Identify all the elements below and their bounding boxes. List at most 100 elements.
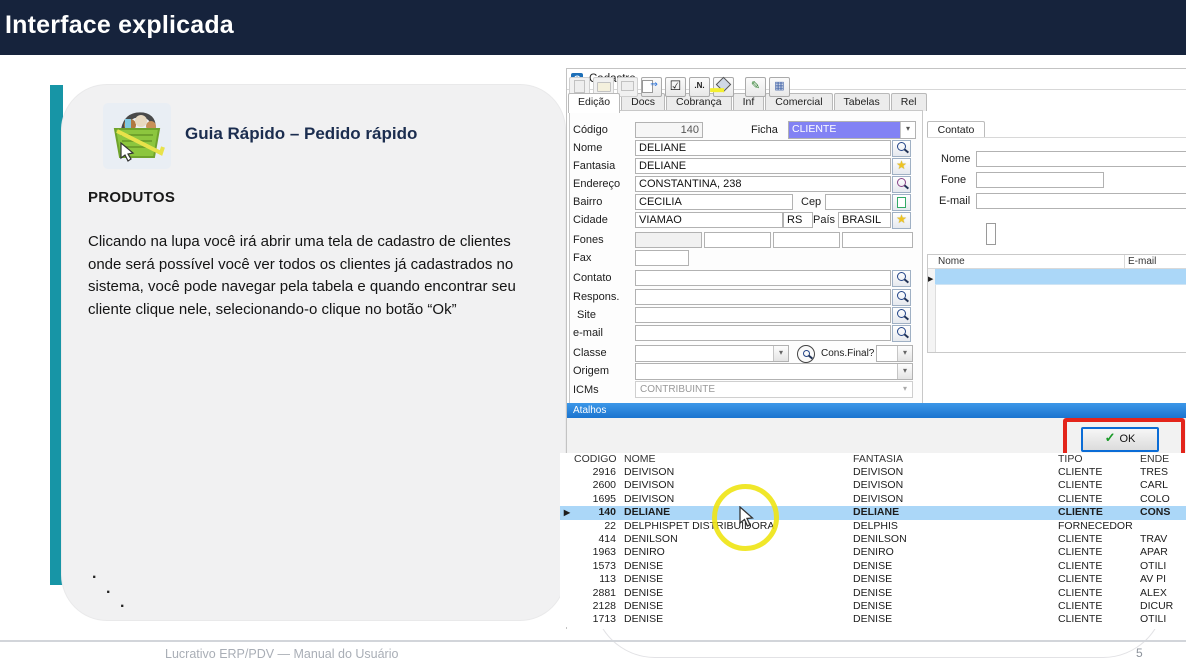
- table-row[interactable]: 22DELPHISPET DISTRIBUIDORADELPHISFORNECE…: [560, 520, 1186, 533]
- contact-email-field[interactable]: [976, 193, 1186, 209]
- fone1-field[interactable]: [635, 232, 702, 248]
- fone3-field[interactable]: [773, 232, 840, 248]
- nome-field[interactable]: [635, 140, 891, 156]
- respons-label: Respons.: [573, 291, 619, 303]
- decimal-icon: .N.: [694, 81, 704, 90]
- chevron-down-icon[interactable]: ▾: [897, 346, 912, 361]
- favorite-city-button[interactable]: ★: [892, 212, 911, 229]
- card-body-text: Clicando na lupa você irá abrir uma tela…: [88, 231, 536, 321]
- table-row[interactable]: 2128DENISEDENISECLIENTEDICUR: [560, 600, 1186, 613]
- table-row[interactable]: 1713DENISEDENISECLIENTEOTILI: [560, 613, 1186, 626]
- copy-address-button[interactable]: [892, 194, 911, 211]
- search-icon: [897, 309, 906, 318]
- table-row-selected[interactable]: ▶140DELIANEDELIANECLIENTECONS: [560, 506, 1186, 519]
- chevron-down-icon[interactable]: ▾: [898, 382, 912, 397]
- cidade-field[interactable]: [635, 212, 783, 228]
- tab-tabelas[interactable]: Tabelas: [834, 93, 890, 111]
- search-contato-button[interactable]: [892, 270, 911, 287]
- classe-search-button[interactable]: [797, 345, 815, 363]
- new-doc-icon: [574, 80, 585, 93]
- chevron-down-icon[interactable]: ▾: [897, 364, 912, 379]
- fantasia-label: Fantasia: [573, 160, 615, 172]
- arrow-icon: ⇒: [650, 79, 658, 89]
- icms-dropdown[interactable]: CONTRIBUINTE ▾: [635, 381, 913, 398]
- col-codigo[interactable]: CODIGO: [574, 453, 616, 466]
- atalhos-bar: Atalhos: [567, 403, 1186, 418]
- table-row[interactable]: 2916DEIVISONDEIVISONCLIENTETRES: [560, 466, 1186, 479]
- col-fantasia[interactable]: FANTASIA: [853, 453, 1058, 466]
- classe-dropdown[interactable]: ▾: [635, 345, 789, 362]
- search-respons-button[interactable]: [892, 289, 911, 306]
- icms-label: ICMs: [573, 384, 599, 396]
- row-marker-icon: ▶: [560, 506, 574, 519]
- consfinal-dropdown[interactable]: ▾: [876, 345, 913, 362]
- page-number: 5: [1136, 646, 1143, 660]
- grid-view-button[interactable]: ▦: [769, 77, 790, 97]
- grid-col-divider: [1124, 255, 1125, 268]
- save-button[interactable]: [617, 77, 638, 97]
- col-endereco[interactable]: ENDE: [1140, 453, 1186, 466]
- contact-grid: Nome E-mail ▶: [927, 254, 1186, 353]
- export-button[interactable]: ⇒: [641, 77, 662, 97]
- ellipsis-dot: .: [120, 594, 124, 612]
- search-icon: [897, 272, 906, 281]
- ellipsis-dot: .: [106, 580, 110, 598]
- contato-panel-tab[interactable]: Contato: [927, 121, 985, 137]
- footer-divider: [0, 640, 1186, 642]
- fill-color-button[interactable]: [713, 77, 734, 97]
- col-nome[interactable]: NOME: [616, 453, 853, 466]
- table-row[interactable]: 1963DENIRODENIROCLIENTEAPAR: [560, 546, 1186, 559]
- contact-toolbar-button[interactable]: [986, 223, 996, 245]
- clients-table: CODIGO NOME FANTASIA TIPO ENDE 2916DEIVI…: [560, 453, 1186, 627]
- favorite-button[interactable]: ★: [892, 158, 911, 175]
- address-lookup-button[interactable]: [892, 176, 911, 193]
- contact-nome-field[interactable]: [976, 151, 1186, 167]
- open-site-button[interactable]: [892, 307, 911, 324]
- col-tipo[interactable]: TIPO: [1058, 453, 1140, 466]
- email-field[interactable]: [635, 325, 891, 341]
- site-field[interactable]: [635, 307, 891, 323]
- map-search-icon: [897, 178, 906, 187]
- respons-field[interactable]: [635, 289, 891, 305]
- search-email-button[interactable]: [892, 325, 911, 342]
- table-row[interactable]: 1573DENISEDENISECLIENTEOTILI: [560, 560, 1186, 573]
- classe-label: Classe: [573, 347, 607, 359]
- edit-button[interactable]: ✎: [745, 77, 766, 97]
- grid-col-nome: Nome: [938, 256, 965, 267]
- ficha-dropdown[interactable]: CLIENTE▾: [788, 121, 916, 139]
- search-client-button[interactable]: [892, 140, 911, 157]
- table-row[interactable]: 414DENILSONDENILSONCLIENTETRAV: [560, 533, 1186, 546]
- chevron-down-icon[interactable]: ▾: [900, 122, 915, 138]
- uf-field[interactable]: [783, 212, 813, 228]
- chevron-down-icon[interactable]: ▾: [773, 346, 788, 361]
- numbering-button[interactable]: .N.: [689, 77, 710, 97]
- table-row[interactable]: 1695DEIVISONDEIVISONCLIENTECOLO: [560, 493, 1186, 506]
- table-header-row: CODIGO NOME FANTASIA TIPO ENDE: [560, 453, 1186, 466]
- checkbox-button[interactable]: ☑: [665, 77, 686, 97]
- tab-rel[interactable]: Rel: [891, 93, 927, 111]
- panel-divider: [927, 137, 1186, 138]
- table-row[interactable]: 2600DEIVISONDEIVISONCLIENTECARL: [560, 479, 1186, 492]
- row-marker-icon: ▶: [928, 276, 933, 283]
- table-row[interactable]: 113DENISEDENISECLIENTEAV PI: [560, 573, 1186, 586]
- contact-fone-field[interactable]: [976, 172, 1104, 188]
- contato-field[interactable]: [635, 270, 891, 286]
- fone2-field[interactable]: [704, 232, 771, 248]
- site-label: Site: [577, 309, 596, 321]
- origem-dropdown[interactable]: ▾: [635, 363, 913, 380]
- search-icon: [897, 327, 906, 336]
- contact-nome-label: Nome: [941, 153, 970, 165]
- fantasia-field[interactable]: [635, 158, 891, 174]
- endereco-field[interactable]: [635, 176, 891, 192]
- table-row[interactable]: 2881DENISEDENISECLIENTEALEX: [560, 587, 1186, 600]
- tab-edicao[interactable]: Edição: [568, 93, 620, 113]
- paint-bucket-icon: [716, 77, 732, 93]
- fax-field[interactable]: [635, 250, 689, 266]
- bairro-field[interactable]: [635, 194, 793, 210]
- search-icon: [803, 350, 810, 357]
- fone4-field[interactable]: [842, 232, 913, 248]
- pais-field[interactable]: [838, 212, 891, 228]
- folder-icon: [597, 82, 611, 92]
- cep-field[interactable]: [825, 194, 891, 210]
- contact-grid-selected-row[interactable]: [935, 269, 1186, 285]
